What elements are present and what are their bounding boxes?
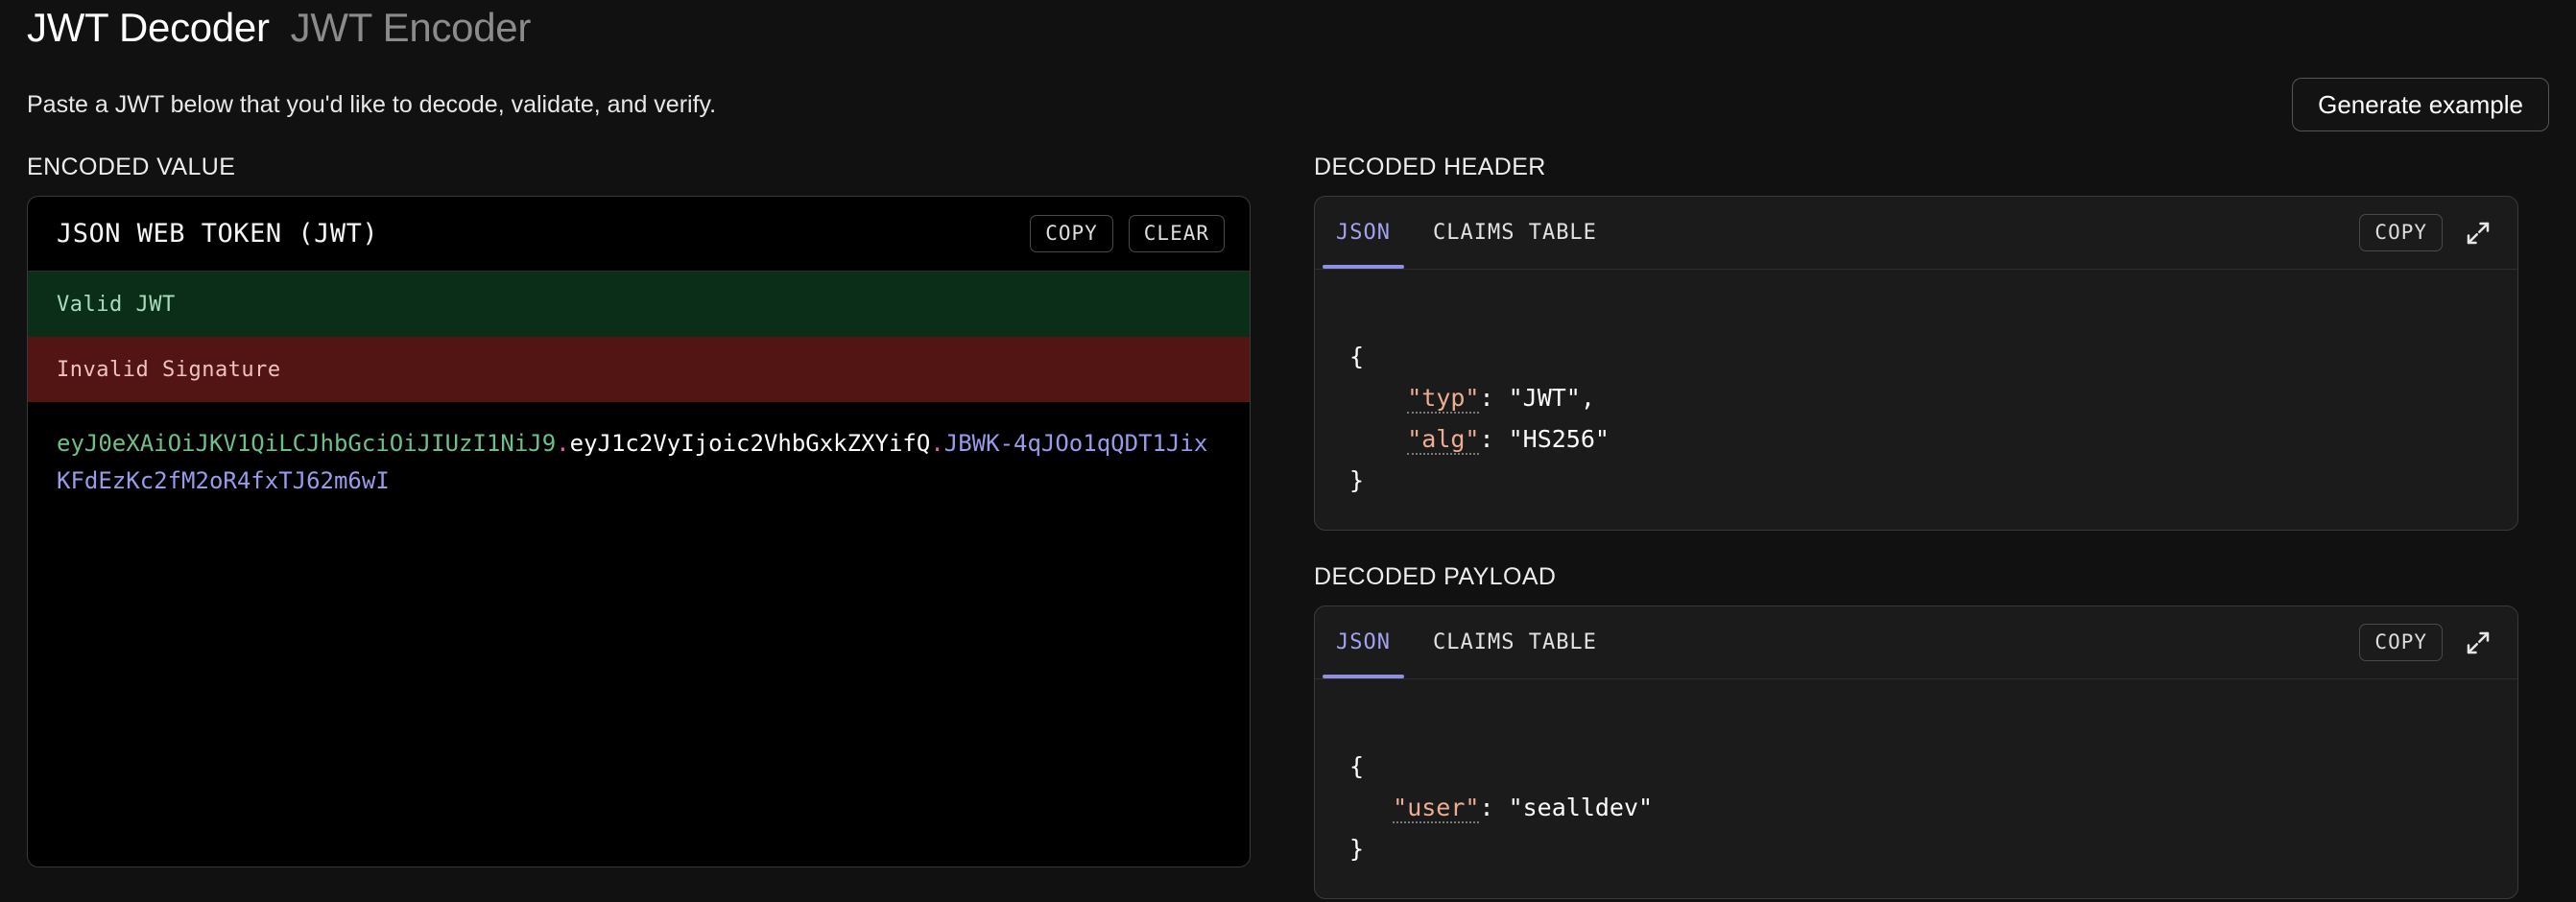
decoded-header-tab-json[interactable]: JSON	[1315, 197, 1412, 269]
decoded-payload-json: { "user": "sealldev" }	[1315, 679, 2517, 898]
json-close-brace: }	[1349, 466, 1364, 494]
expand-arrows-icon[interactable]	[2464, 629, 2493, 657]
decoded-payload-actions: COPY	[2359, 624, 2493, 661]
status-invalid-signature: Invalid Signature	[28, 337, 1250, 402]
decoded-header-actions: COPY	[2359, 214, 2493, 251]
json-colon-alg: :	[1479, 425, 1508, 453]
decoded-payload-tab-json[interactable]: JSON	[1315, 606, 1412, 678]
json-close-brace: }	[1349, 835, 1364, 863]
decoded-header-copy-button[interactable]: COPY	[2359, 214, 2443, 251]
decoded-payload-toolbar: JSON CLAIMS TABLE COPY	[1315, 606, 2517, 679]
json-colon-user: :	[1479, 794, 1508, 821]
json-open-brace: {	[1349, 752, 1364, 780]
encoded-value-panel: JSON WEB TOKEN (JWT) COPY CLEAR Valid JW…	[27, 196, 1251, 867]
encoded-clear-button[interactable]: CLEAR	[1129, 215, 1225, 252]
encoded-panel-title: JSON WEB TOKEN (JWT)	[57, 219, 378, 249]
decoded-payload-copy-button[interactable]: COPY	[2359, 624, 2443, 661]
json-colon-typ: :	[1479, 384, 1508, 412]
page-subtitle: Paste a JWT below that you'd like to dec…	[27, 91, 716, 119]
generate-example-button[interactable]: Generate example	[2292, 78, 2549, 131]
decoded-header-tab-claims-table[interactable]: CLAIMS TABLE	[1412, 197, 1618, 269]
decoded-header-panel: JSON CLAIMS TABLE COPY	[1314, 196, 2518, 531]
decoded-payload-tabs: JSON CLAIMS TABLE	[1315, 606, 1618, 678]
json-value-typ: "JWT"	[1509, 384, 1581, 412]
decoded-payload-label: DECODED PAYLOAD	[1314, 563, 2518, 592]
decoded-payload-panel: JSON CLAIMS TABLE COPY	[1314, 605, 2518, 899]
jwt-payload-segment: eyJ1c2VyIjoic2VhbGxkZXYifQ	[570, 430, 931, 457]
jwt-separator-1: .	[556, 430, 569, 457]
decoded-column: DECODED HEADER JSON CLAIMS TABLE COPY	[1314, 154, 2518, 899]
page-tab-bar: JWT Decoder JWT Encoder	[27, 0, 2549, 69]
jwt-decoder-page: JWT Decoder JWT Encoder Paste a JWT belo…	[0, 0, 2576, 902]
encoded-panel-actions: COPY CLEAR	[1030, 215, 1225, 252]
tab-jwt-encoder[interactable]: JWT Encoder	[291, 6, 531, 50]
decoded-header-tabs: JSON CLAIMS TABLE	[1315, 197, 1618, 269]
encoded-copy-button[interactable]: COPY	[1030, 215, 1113, 252]
expand-arrows-icon[interactable]	[2464, 219, 2493, 248]
jwt-separator-2: .	[930, 430, 943, 457]
decoded-header-label: DECODED HEADER	[1314, 154, 2518, 182]
jwt-token-input[interactable]: eyJ0eXAiOiJKV1QiLCJhbGciOiJIUzI1NiJ9.eyJ…	[28, 402, 1250, 866]
json-comma-typ: ,	[1581, 384, 1595, 412]
json-value-alg: "HS256"	[1509, 425, 1610, 453]
json-key-typ: "typ"	[1407, 384, 1479, 414]
tab-jwt-decoder[interactable]: JWT Decoder	[27, 6, 270, 50]
json-open-brace: {	[1349, 343, 1364, 370]
main-columns: ENCODED VALUE JSON WEB TOKEN (JWT) COPY …	[27, 154, 2549, 899]
json-value-user: "sealldev"	[1509, 794, 1654, 821]
json-key-alg: "alg"	[1407, 425, 1479, 455]
jwt-header-segment: eyJ0eXAiOiJKV1QiLCJhbGciOiJIUzI1NiJ9	[57, 430, 556, 457]
encoded-value-label: ENCODED VALUE	[27, 154, 1251, 182]
json-key-user: "user"	[1393, 794, 1479, 823]
status-valid-jwt: Valid JWT	[28, 272, 1250, 337]
encoded-column: ENCODED VALUE JSON WEB TOKEN (JWT) COPY …	[27, 154, 1251, 899]
subtitle-row: Paste a JWT below that you'd like to dec…	[27, 69, 2549, 140]
decoded-header-json: { "typ": "JWT", "alg": "HS256" }	[1315, 270, 2517, 530]
decoded-payload-tab-claims-table[interactable]: CLAIMS TABLE	[1412, 606, 1618, 678]
decoded-header-toolbar: JSON CLAIMS TABLE COPY	[1315, 197, 2517, 270]
encoded-panel-header: JSON WEB TOKEN (JWT) COPY CLEAR	[28, 197, 1250, 272]
